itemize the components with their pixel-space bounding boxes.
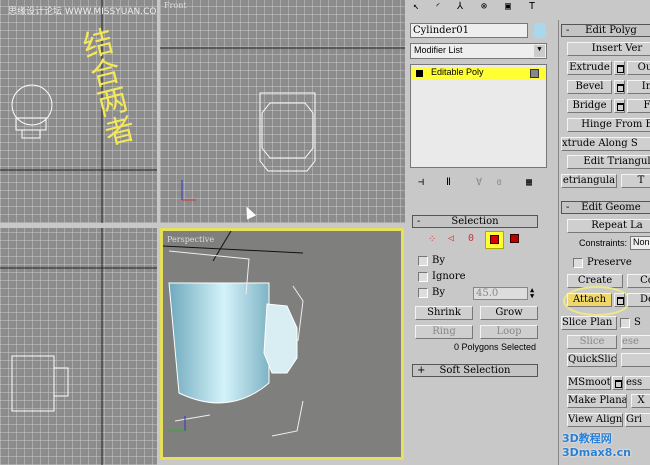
ignore-backfacing-checkbox[interactable] — [418, 272, 428, 282]
toggle-icon[interactable] — [530, 69, 539, 78]
bridge-settings-button[interactable] — [614, 99, 625, 113]
rollout-title: Edit Geome — [581, 202, 641, 213]
preserve-uvs-label: Preserve — [587, 257, 632, 268]
tessellate-button[interactable]: ess — [625, 376, 650, 390]
split-checkbox[interactable] — [620, 318, 630, 328]
by-angle-checkbox[interactable] — [418, 288, 428, 298]
angle-spinner[interactable]: 45.0 — [473, 287, 528, 300]
site-logo: 3D教程网 3Dmax8.cn — [562, 432, 631, 459]
ring-button[interactable]: Ring — [415, 325, 473, 339]
slice-plane-button[interactable]: Slice Plan — [561, 316, 617, 330]
by-vertex-label: By — [432, 255, 445, 266]
split-label: S — [634, 317, 641, 328]
selection-status: 0 Polygons Selected — [454, 342, 537, 352]
ignore-label: Ignore — [432, 271, 466, 282]
hierarchy-icon[interactable]: ⅄ — [457, 1, 463, 12]
make-unique-icon[interactable]: ∀ — [476, 177, 482, 188]
attach-button[interactable]: Attach — [567, 293, 612, 307]
pin-stack-icon[interactable]: ⊣ — [418, 177, 424, 188]
motion-icon[interactable]: ⊗ — [481, 1, 487, 12]
element-mode-icon[interactable] — [510, 234, 519, 243]
shrink-button[interactable]: Shrink — [415, 306, 473, 320]
display-icon[interactable]: ▣ — [505, 1, 511, 12]
grow-button[interactable]: Grow — [480, 306, 538, 320]
modifier-list-label: Modifier List — [414, 45, 463, 55]
retriangulate-button[interactable]: etriangula — [561, 174, 617, 188]
constraints-label: Constraints: — [579, 238, 628, 248]
spinner-arrows-icon[interactable]: ▲ ▼ — [530, 287, 534, 300]
modifier-stack: Editable Poly — [410, 64, 547, 168]
bevel-settings-button[interactable] — [614, 80, 625, 94]
viewport-perspective[interactable]: Perspective — [160, 228, 404, 460]
view-align-button[interactable]: View Align — [567, 413, 623, 427]
loop-button[interactable]: Loop — [480, 325, 538, 339]
chevron-down-icon: ▼ — [534, 45, 545, 57]
detach-button[interactable]: De — [627, 293, 650, 307]
flip-button[interactable]: F — [627, 99, 650, 113]
edit-triangulation-button[interactable]: Edit Triangul — [567, 155, 650, 169]
extrude-along-spline-button[interactable]: xtrude Along S — [561, 137, 650, 151]
attach-list-button[interactable] — [614, 293, 625, 307]
cut-button[interactable] — [621, 353, 650, 367]
stack-item-label: Editable Poly — [431, 67, 484, 77]
slice-button[interactable]: Slice — [567, 335, 617, 349]
viewport-left[interactable] — [0, 228, 157, 465]
modify-icon[interactable]: ◜ — [435, 1, 441, 12]
expand-icon — [416, 70, 423, 77]
configure-sets-icon[interactable]: ▦ — [526, 177, 532, 188]
polygon-mode-icon[interactable] — [485, 231, 504, 249]
by-vertex-checkbox[interactable] — [418, 256, 428, 266]
extrude-settings-button[interactable] — [614, 61, 625, 75]
modifier-list-dropdown[interactable]: Modifier List ▼ — [410, 43, 547, 59]
object-name-field[interactable]: Cylinder01 — [410, 23, 528, 38]
edge-mode-icon[interactable]: ◁ — [448, 233, 454, 244]
make-planar-button[interactable]: Make Planar — [567, 394, 627, 408]
rollout-title: Soft Selection — [439, 365, 511, 376]
grid-align-button[interactable]: Gri — [625, 413, 650, 427]
inset-button[interactable]: In — [627, 80, 650, 94]
constraints-dropdown[interactable]: Non — [630, 236, 650, 250]
bridge-button[interactable]: Bridge — [567, 99, 612, 113]
collapse-button[interactable]: Co — [627, 274, 650, 288]
viewport-front[interactable]: Front — [160, 0, 405, 223]
extrude-button[interactable]: Extrude — [567, 61, 612, 75]
preserve-uvs-checkbox[interactable] — [573, 258, 583, 268]
edit-polygons-rollout-header[interactable]: - Edit Polyg — [561, 24, 650, 37]
show-end-result-icon[interactable]: Ⅱ — [446, 177, 451, 188]
by-angle-label: By — [432, 287, 445, 298]
soft-selection-rollout-header[interactable]: + Soft Selection — [412, 364, 538, 377]
border-mode-icon[interactable]: 0 — [468, 233, 474, 244]
edit-geometry-rollout-header[interactable]: - Edit Geome — [561, 201, 650, 214]
reset-plane-button[interactable]: ese — [621, 335, 650, 349]
msmooth-settings-button[interactable] — [612, 376, 623, 390]
stack-item-editable-poly[interactable]: Editable Poly — [411, 67, 546, 80]
remove-modifier-icon[interactable]: ɞ — [496, 177, 502, 188]
repeat-last-button[interactable]: Repeat La — [567, 219, 650, 233]
utilities-icon[interactable]: T — [529, 1, 535, 12]
hinge-from-edge-button[interactable]: Hinge From E — [567, 118, 650, 132]
stack-toolbar: ⊣ Ⅱ ∀ ɞ ▦ — [412, 177, 547, 191]
vertex-mode-icon[interactable]: ⁘ — [428, 234, 436, 245]
insert-vertex-button[interactable]: Insert Ver — [567, 42, 650, 56]
rollout-title: Edit Polyg — [585, 25, 637, 36]
create-icon[interactable]: ↖ — [413, 1, 419, 12]
outline-button[interactable]: Out — [627, 61, 650, 75]
msmooth-button[interactable]: MSmooth — [567, 376, 611, 390]
bevel-button[interactable]: Bevel — [567, 80, 612, 94]
object-color-swatch[interactable] — [534, 23, 546, 38]
command-panel-tabs: ↖ ◜ ⅄ ⊗ ▣ T — [405, 0, 650, 18]
watermark-text: 思缘设计论坛 WWW.MISSYUAN.COM — [8, 7, 157, 17]
right-rollout-column: -Edit Polyg Insert Ver Extrude Out Bevel… — [558, 20, 650, 465]
x-button[interactable]: X — [631, 394, 650, 408]
turn-button[interactable]: T — [621, 174, 650, 188]
quickslice-button[interactable]: QuickSlice — [567, 353, 617, 367]
rollout-title: Selection — [451, 216, 499, 227]
selection-rollout-header[interactable]: - Selection — [412, 215, 538, 228]
